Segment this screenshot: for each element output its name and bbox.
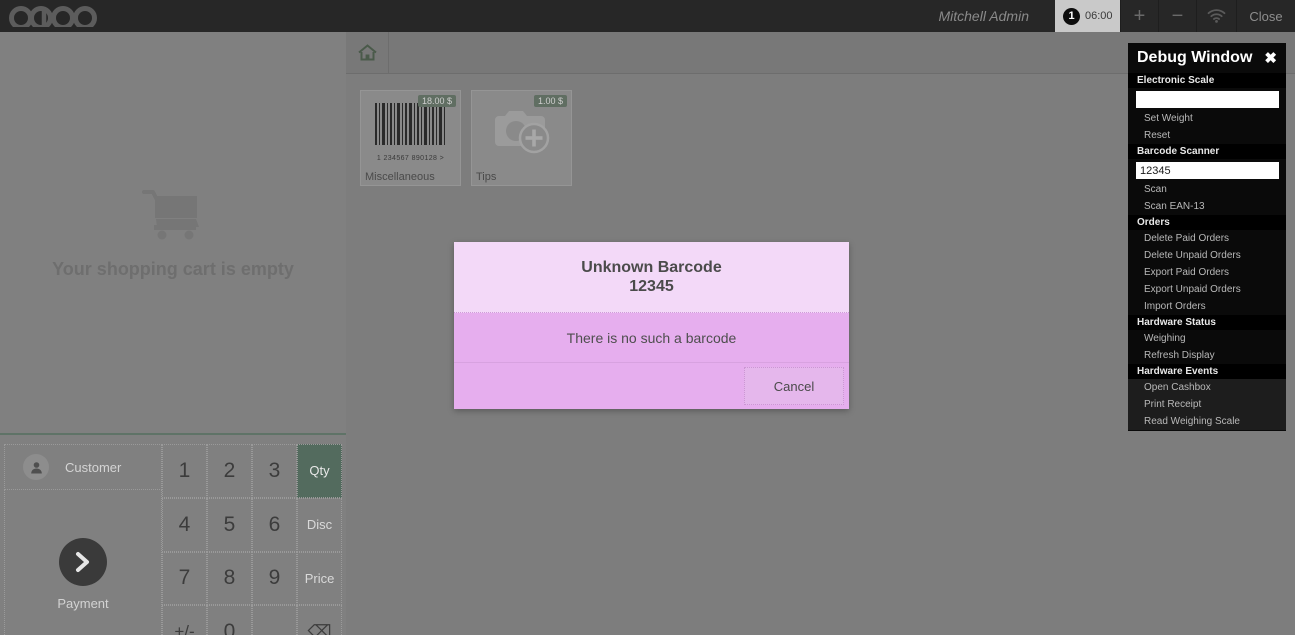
debug-item-print-receipt[interactable]: Print Receipt [1128,396,1286,413]
debug-item-scan-ean13[interactable]: Scan EAN-13 [1128,198,1286,215]
numpad-key-0[interactable]: 0 [207,605,252,635]
numpad-key-5[interactable]: 5 [207,497,252,552]
close-button[interactable]: Close [1236,0,1295,32]
debug-section-heading: Hardware Status [1128,315,1286,330]
unknown-barcode-dialog: Unknown Barcode 12345 There is no such a… [454,242,849,409]
add-order-button[interactable]: + [1120,0,1158,32]
debug-section-heading: Barcode Scanner [1128,144,1286,159]
debug-item-open-cashbox[interactable]: Open Cashbox [1128,379,1286,396]
debug-window-title: Debug Window [1137,49,1253,66]
pad-wrapper: Customer Payment 1 2 3 Qty 4 5 6 Disc 7 … [4,444,342,635]
numpad-key-sign[interactable]: +/- [162,605,207,635]
left-panel: Your shopping cart is empty Customer Pay… [0,32,346,635]
numpad-mode-qty[interactable]: Qty [297,444,342,498]
numpad-key-9[interactable]: 9 [252,551,297,606]
shopping-cart-icon [142,188,204,245]
dialog-title: Unknown Barcode [581,259,722,276]
order-number-badge: 1 [1063,7,1080,25]
debug-item-weighing[interactable]: Weighing [1128,330,1286,347]
numpad-key-2[interactable]: 2 [207,444,252,498]
close-icon[interactable]: ✖ [1264,49,1277,67]
customer-button-label: Customer [65,459,122,475]
remove-order-button[interactable]: − [1158,0,1196,32]
debug-item-delete-unpaid-orders[interactable]: Delete Unpaid Orders [1128,247,1286,264]
debug-window-header: Debug Window ✖ [1128,43,1286,73]
debug-item-read-weighing-scale[interactable]: Read Weighing Scale [1128,413,1286,430]
hardware-events-group: Open Cashbox Print Receipt Read Weighing… [1128,379,1286,430]
debug-section-heading: Hardware Events [1128,364,1286,379]
debug-section-heading: Electronic Scale [1128,73,1286,88]
debug-item-refresh-display[interactable]: Refresh Display [1128,347,1286,364]
numpad-key-1[interactable]: 1 [162,444,207,498]
dialog-body-text: There is no such a barcode [454,313,849,363]
debug-item-reset[interactable]: Reset [1128,127,1286,144]
debug-item-set-weight[interactable]: Set Weight [1128,110,1286,127]
debug-window: Debug Window ✖ Electronic Scale Set Weig… [1128,43,1286,431]
top-bar: Mitchell Admin 1 06:00 + − Close [0,0,1295,32]
debug-item-scan[interactable]: Scan [1128,181,1286,198]
numpad: 1 2 3 Qty 4 5 6 Disc 7 8 9 Price +/- 0 .… [162,444,342,635]
dialog-subtitle: 12345 [629,278,674,295]
chevron-right-icon [59,537,107,586]
numpad-mode-disc[interactable]: Disc [297,497,342,552]
odoo-logo[interactable] [0,0,172,32]
username-label: Mitchell Admin [938,8,1029,24]
numpad-key-8[interactable]: 8 [207,551,252,606]
dialog-header: Unknown Barcode 12345 [454,242,849,313]
debug-item-import-orders[interactable]: Import Orders [1128,298,1286,315]
payment-button[interactable]: Payment [4,490,162,635]
numpad-key-6[interactable]: 6 [252,497,297,552]
payment-button-label: Payment [57,595,109,611]
set-customer-button[interactable]: Customer [4,444,162,490]
numpad-key-3[interactable]: 3 [252,444,297,498]
numpad-mode-price[interactable]: Price [297,551,342,606]
numpad-key-4[interactable]: 4 [162,497,207,552]
empty-cart-message: Your shopping cart is empty [52,258,294,279]
debug-item-export-paid-orders[interactable]: Export Paid Orders [1128,264,1286,281]
wifi-icon[interactable] [1196,0,1236,32]
numpad-key-backspace[interactable]: ⌫ [297,605,342,635]
empty-cart-placeholder: Your shopping cart is empty [0,32,346,435]
person-icon [23,454,49,480]
electronic-scale-input[interactable] [1136,91,1279,108]
cancel-button[interactable]: Cancel [744,367,844,405]
order-tab[interactable]: 1 06:00 [1055,0,1120,32]
dialog-footer: Cancel [454,363,849,409]
debug-section-heading: Orders [1128,215,1286,230]
order-cart-area: Your shopping cart is empty [0,32,346,435]
debug-item-export-unpaid-orders[interactable]: Export Unpaid Orders [1128,281,1286,298]
barcode-scanner-input[interactable] [1136,162,1279,179]
action-pad: Customer Payment [4,444,162,635]
numpad-key-7[interactable]: 7 [162,551,207,606]
numpad-key-decimal[interactable]: . [252,605,297,635]
topbar-right-group: Close [1196,0,1295,32]
debug-item-delete-paid-orders[interactable]: Delete Paid Orders [1128,230,1286,247]
pos-screen: Mitchell Admin 1 06:00 + − Close Your sh… [0,0,1295,635]
order-time-label: 06:00 [1085,10,1113,22]
